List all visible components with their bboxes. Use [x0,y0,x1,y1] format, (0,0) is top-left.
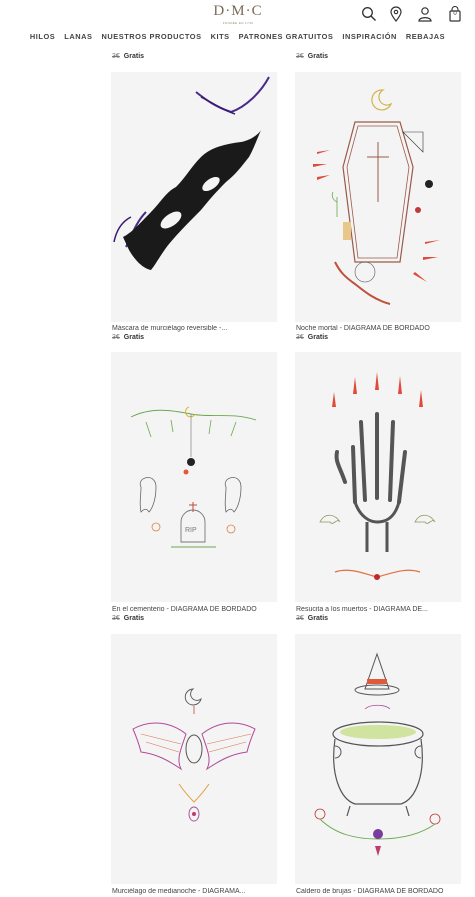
location-icon[interactable] [388,6,404,22]
nav-item-rebajas[interactable]: REBAJAS [401,31,449,45]
old-price: 3€ [112,334,120,341]
product-image-noche-mortal[interactable] [295,72,461,322]
dmc-logo[interactable]: D·M·C FONDÉE EN 1746 [212,4,264,28]
search-icon[interactable] [361,6,377,22]
product-price: 3€ Gratis [296,334,328,341]
old-price: 3€ [296,53,304,60]
site-header: D·M·C FONDÉE EN 1746 0 HILOS LANAS NUEST… [0,0,475,46]
cart-count: 0 [453,11,457,17]
old-price: 3€ [296,334,304,341]
product-price: 3€ Gratis [112,53,144,60]
product-name[interactable]: Resucita a los muertos - DIAGRAMA DE... [296,606,464,613]
account-icon[interactable] [417,6,433,22]
product-name[interactable]: En el cementerio - DIAGRAMA DE BORDADO [112,606,280,613]
product-name[interactable]: Caldero de brujas - DIAGRAMA DE BORDADO [296,888,464,895]
current-price: Gratis [307,334,329,341]
product-image-murcielago[interactable] [111,634,277,884]
nav-item-hilos[interactable]: HILOS [25,31,59,45]
old-price: 3€ [296,615,304,622]
product-price: 3€ Gratis [112,334,144,341]
product-image-cementerio[interactable]: RIP [111,352,277,602]
current-price: Gratis [123,334,145,341]
old-price: 3€ [112,615,120,622]
nav-item-nuestros-productos[interactable]: NUESTROS PRODUCTOS [97,31,206,45]
product-price: 3€ Gratis [296,53,328,60]
logo-tagline: FONDÉE EN 1746 [222,21,254,25]
current-price: Gratis [307,53,329,60]
old-price: 3€ [112,53,120,60]
product-image-bat-mask[interactable] [111,72,277,322]
logo-text: D·M·C [213,3,263,19]
product-name[interactable]: Murciélago de medianoche - DIAGRAMA... [112,888,280,895]
nav-item-lanas[interactable]: LANAS [60,31,97,45]
nav-item-patrones-gratuitos[interactable]: PATRONES GRATUITOS [234,31,338,45]
product-price: 3€ Gratis [296,615,328,622]
nav-item-inspiracion[interactable]: INSPIRACIÓN [338,31,402,45]
nav-item-kits[interactable]: KITS [206,31,234,45]
main-nav: HILOS LANAS NUESTROS PRODUCTOS KITS PATR… [0,31,475,45]
cart-icon[interactable]: 0 [447,6,463,22]
current-price: Gratis [123,53,145,60]
svg-text:RIP: RIP [185,527,197,534]
product-name[interactable]: Máscara de murciélago reversible -... [112,325,280,332]
current-price: Gratis [307,615,329,622]
product-price: 3€ Gratis [112,615,144,622]
product-image-resucita[interactable] [295,352,461,602]
product-image-caldero[interactable] [295,634,461,884]
current-price: Gratis [123,615,145,622]
product-name[interactable]: Noche mortal - DIAGRAMA DE BORDADO [296,325,464,332]
